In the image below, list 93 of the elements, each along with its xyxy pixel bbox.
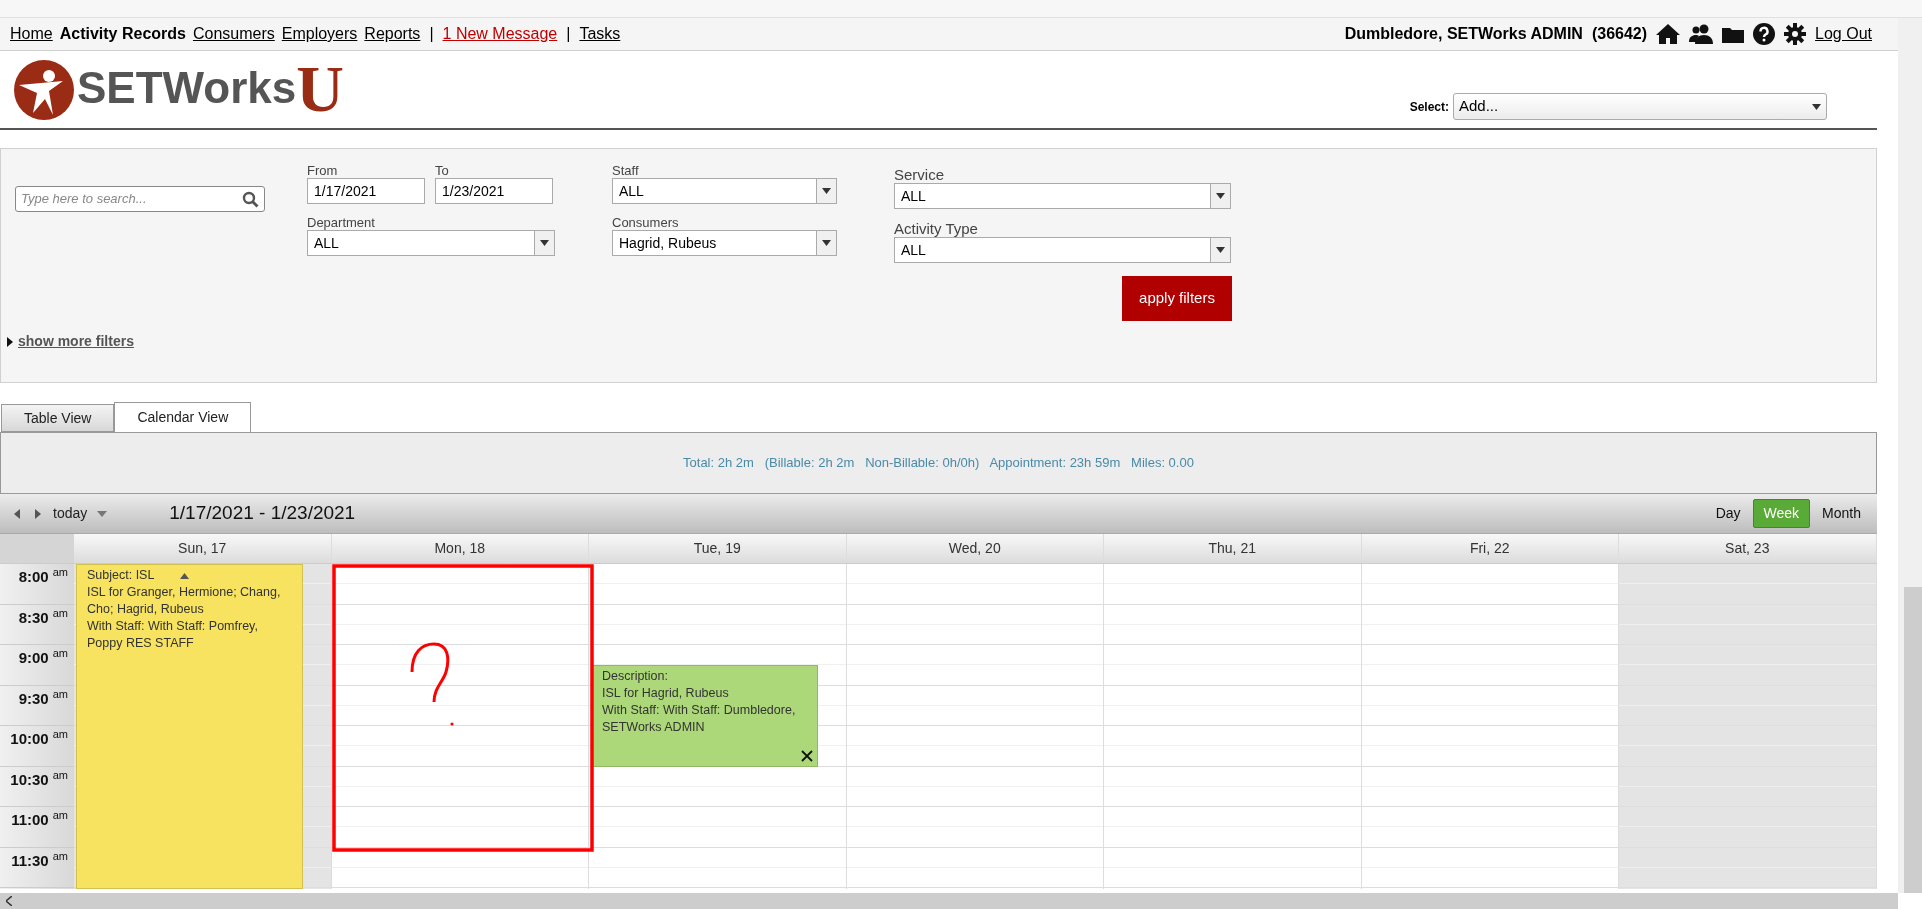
field-label: Department	[307, 214, 376, 230]
caret-icon	[1216, 193, 1225, 199]
apply-filters-button[interactable]: apply filters	[1122, 276, 1232, 321]
time-label: 9:30	[18, 688, 49, 709]
next-icon[interactable]	[35, 508, 41, 519]
field-label: Consumers	[612, 214, 680, 230]
time-label: 8:00	[18, 567, 49, 587]
date-field[interactable]: 1/17/2021	[307, 178, 425, 204]
day-header: Thu, 21	[1104, 534, 1362, 563]
event-text: Subject: ISL	[87, 567, 155, 584]
caret-icon	[1812, 103, 1821, 110]
nav-link[interactable]: Employers	[281, 22, 358, 46]
field-label: To	[435, 162, 450, 178]
view-tab[interactable]: Calendar View	[114, 402, 252, 432]
period-label: am	[52, 848, 68, 864]
event-text: With Staff: With Staff: Pomfrey, Poppy RES STAFF	[87, 618, 259, 652]
user-id: (36642)	[1591, 24, 1648, 44]
time-label: 11:30	[11, 850, 49, 871]
time-label: 11:00	[11, 810, 49, 830]
period-label: am	[52, 767, 68, 783]
home-icon[interactable]	[1656, 23, 1681, 45]
help-icon[interactable]	[1753, 23, 1776, 45]
time-label: 10:00	[10, 729, 49, 749]
dropdown-field[interactable]: ALL	[894, 183, 1231, 209]
period-label: am	[52, 686, 68, 702]
dropdown-field[interactable]: Hagrid, Rubeus	[612, 230, 837, 256]
view-tab[interactable]: Table View	[1, 404, 115, 432]
nav-separator: |	[565, 24, 572, 44]
dropdown-field[interactable]: ALL	[307, 230, 555, 256]
field-label: Staff	[612, 162, 640, 178]
add-select[interactable]: Add...	[1453, 93, 1827, 120]
day-header: Tue, 19	[589, 534, 847, 563]
caret-icon	[822, 188, 831, 194]
time-label: 10:30	[10, 769, 49, 790]
scroll-left-icon[interactable]	[6, 896, 12, 906]
day-header: Sun, 17	[74, 534, 332, 563]
nav-link[interactable]: Consumers	[192, 22, 275, 46]
search-field[interactable]: Type here to search...	[15, 186, 265, 212]
show-more-filters-link[interactable]: show more filters	[18, 331, 134, 352]
horizontal-scrollbar[interactable]	[0, 893, 1898, 909]
field-label: From	[307, 162, 339, 178]
logout-link[interactable]: Log Out	[1815, 22, 1872, 46]
view-button[interactable]: Month	[1818, 499, 1865, 528]
event-card[interactable]: Subject: ISL ISL for Granger, Hermione; Chang, Cho; Hagrid, Rubeus With Staff: With Staff: Pomfrey, Poppy RES STAFF	[76, 564, 303, 889]
logo-text: SETWorks	[77, 65, 297, 110]
users-icon[interactable]	[1689, 24, 1714, 44]
folder-icon[interactable]	[1722, 25, 1745, 43]
message-link[interactable]: 1 New Message	[442, 22, 558, 46]
period-label: am	[52, 646, 68, 661]
event-text: ISL for Granger, Hermione; Chang, Cho; Hagrid, Rubeus	[87, 584, 282, 618]
settings-icon[interactable]	[1784, 23, 1807, 45]
event-text: Description:	[602, 668, 669, 686]
user-name: Dumbledore, SETWorks ADMIN	[1344, 24, 1583, 44]
logo-icon	[13, 58, 75, 121]
field-label: Activity Type	[894, 219, 979, 237]
caret-icon	[540, 240, 549, 246]
caret-icon[interactable]	[97, 510, 108, 517]
period-label: am	[52, 808, 68, 823]
day-header: Fri, 22	[1361, 534, 1619, 563]
event-text: ISL for Hagrid, Rubeus	[602, 685, 730, 703]
nav-link[interactable]: Home	[10, 22, 53, 46]
time-label: 9:00	[18, 648, 49, 668]
select-label: Select:	[1409, 98, 1449, 116]
expand-arrow-icon[interactable]	[7, 336, 13, 347]
vertical-scrollbar[interactable]	[1898, 18, 1922, 893]
period-label: am	[52, 605, 68, 621]
today-button[interactable]: today	[53, 503, 88, 524]
caret-icon	[1216, 247, 1225, 253]
event-card[interactable]: Description: ISL for Hagrid, Rubeus With Staff: With Staff: Dumbledore, SETWorks ADMIN	[591, 665, 818, 767]
summary-text: Total: 2h 2m (Billable: 2h 2m Non-Billable: 0h/0h) Appointment: 23h 59m Miles: 0.00	[683, 454, 1194, 473]
day-header: Wed, 20	[846, 534, 1104, 563]
view-button[interactable]: Day	[1711, 499, 1745, 528]
date-field[interactable]: 1/23/2021	[435, 178, 553, 204]
time-label: 8:30	[18, 607, 49, 628]
search-icon[interactable]	[242, 190, 259, 208]
date-range: 1/17/2021 - 1/23/2021	[169, 501, 356, 526]
nav-separator: |	[428, 24, 435, 44]
dropdown-field[interactable]: ALL	[894, 237, 1231, 263]
nav-link[interactable]: Tasks	[579, 22, 621, 46]
period-label: am	[52, 565, 68, 580]
day-header: Sat, 23	[1619, 534, 1877, 563]
previous-icon[interactable]	[14, 508, 20, 519]
nav-link[interactable]: Activity Records	[59, 22, 186, 46]
dropdown-field[interactable]: ALL	[612, 178, 837, 204]
event-text: With Staff: With Staff: Dumbledore, SETWorks ADMIN	[602, 702, 797, 737]
period-label: am	[52, 727, 68, 742]
logo-mark: U	[296, 63, 344, 116]
close-icon[interactable]	[800, 749, 813, 762]
nav-link[interactable]: Reports	[364, 22, 421, 46]
field-label: Service	[894, 165, 946, 183]
day-header: Mon, 18	[331, 534, 589, 563]
collapse-arrow-icon[interactable]	[180, 572, 190, 579]
caret-icon	[822, 240, 831, 246]
